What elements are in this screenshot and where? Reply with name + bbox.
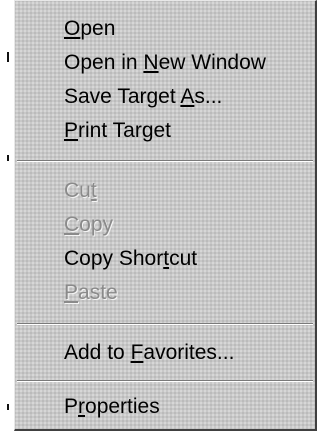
menu-item-label-part: operties — [85, 395, 160, 418]
menu-item-copy-shortcut[interactable]: Copy Shortcut — [15, 242, 315, 276]
menu-item-add-to-favorites[interactable]: Add to Favorites... — [15, 336, 315, 370]
edge-mark — [7, 52, 9, 62]
menu-item-label-part: opy — [79, 213, 114, 236]
menu-item-cut[interactable]: Cut — [15, 174, 315, 208]
menu-item-label-part: Add to — [64, 341, 131, 364]
menu-item-mnemonic: r — [78, 395, 86, 418]
menu-separator — [17, 323, 313, 325]
edge-mark — [7, 404, 9, 410]
menu-item-mnemonic: t — [90, 179, 97, 202]
menu-item-label-part: Cu — [64, 179, 91, 202]
menu-item-label-part: rint Target — [78, 119, 172, 142]
menu-item-properties[interactable]: Properties — [15, 390, 315, 424]
menu-item-copy[interactable]: Copy — [15, 208, 315, 242]
menu-item-open[interactable]: Open — [15, 12, 315, 46]
menu-item-mnemonic: A — [180, 85, 195, 108]
menu-item-mnemonic: P — [64, 281, 79, 304]
context-menu: Open Open in New Window Save Target As..… — [14, 0, 317, 431]
menu-item-label-part: Copy Shor — [64, 247, 164, 270]
menu-item-label-part: P — [64, 395, 79, 418]
background-edge — [0, 0, 14, 431]
menu-item-mnemonic: N — [143, 51, 159, 74]
menu-item-mnemonic: O — [64, 17, 81, 40]
menu-separator — [17, 160, 313, 162]
edge-mark — [7, 155, 9, 161]
menu-item-paste[interactable]: Paste — [15, 276, 315, 310]
menu-item-mnemonic: P — [64, 119, 79, 142]
menu-item-label-part: Save Target — [64, 85, 181, 108]
menu-item-print-target[interactable]: Print Target — [15, 114, 315, 148]
menu-item-label-part: Open in — [64, 51, 144, 74]
menu-separator — [17, 380, 313, 382]
menu-item-label-part: cut — [169, 247, 198, 270]
menu-item-label-part: avorites... — [143, 341, 235, 364]
menu-item-label-part: ew Window — [158, 51, 266, 74]
menu-item-save-target-as[interactable]: Save Target As... — [15, 80, 315, 114]
menu-item-mnemonic: F — [130, 341, 144, 364]
menu-item-open-in-new-window[interactable]: Open in New Window — [15, 46, 315, 80]
menu-item-mnemonic: C — [64, 213, 80, 236]
menu-item-label-part: aste — [78, 281, 118, 304]
menu-item-label-part: pen — [80, 17, 116, 40]
screenshot-canvas: Open Open in New Window Save Target As..… — [0, 0, 324, 431]
menu-item-label-part: s... — [194, 85, 223, 108]
